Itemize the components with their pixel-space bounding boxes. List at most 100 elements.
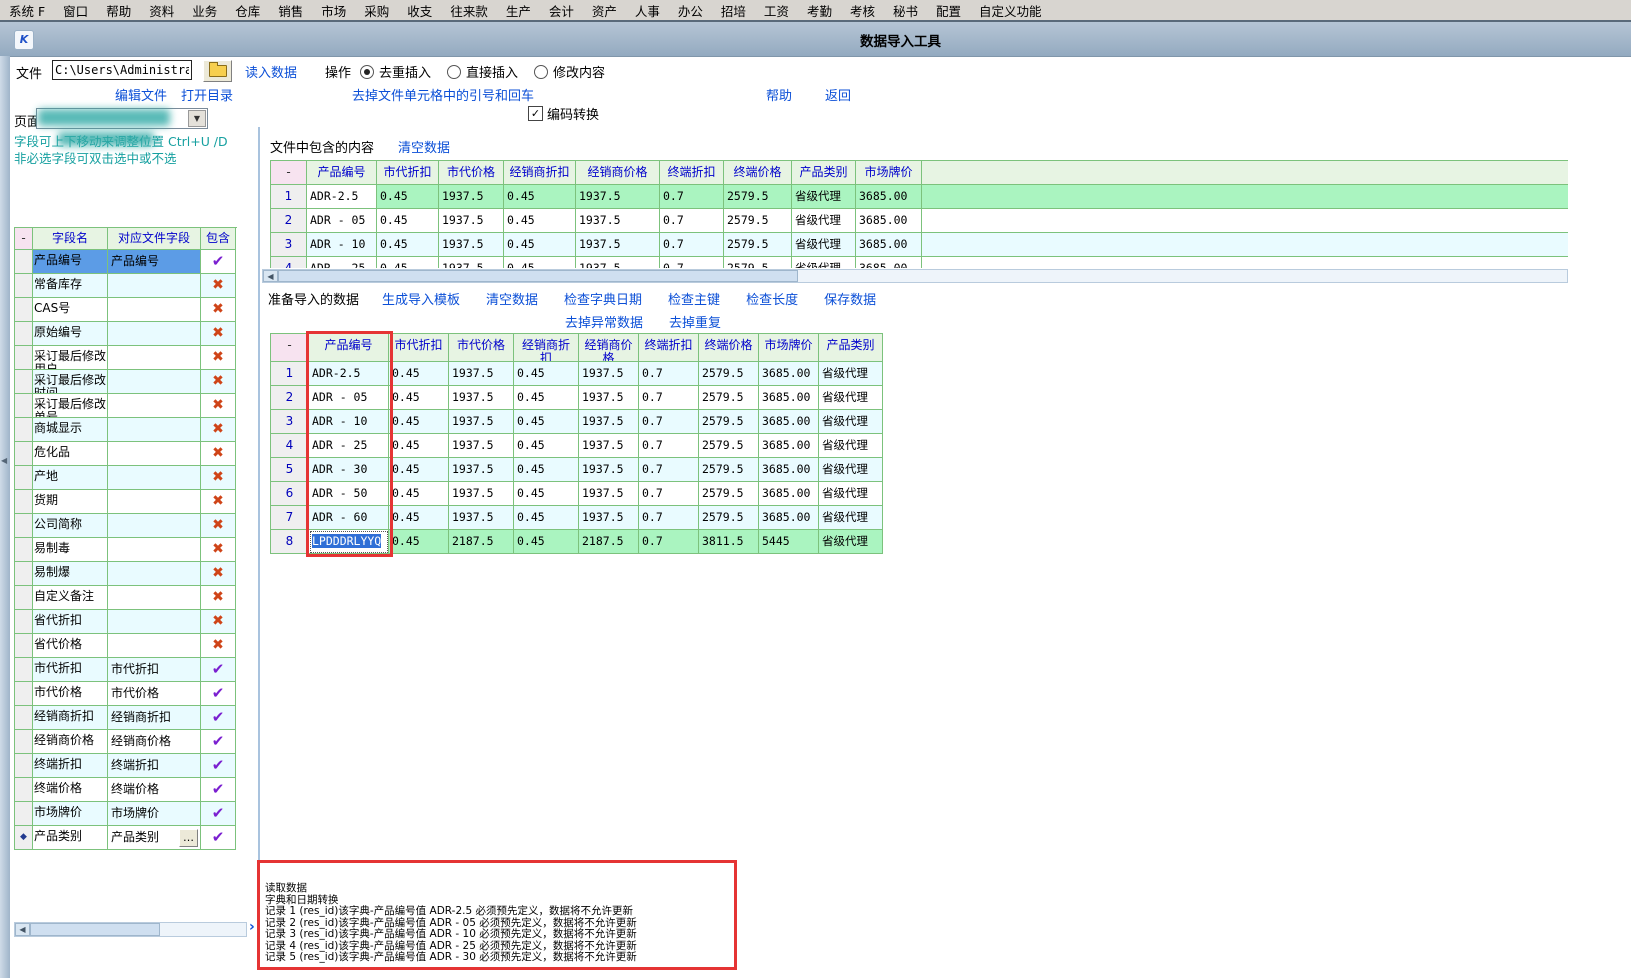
import-table-cell[interactable]: 0.7	[639, 434, 699, 458]
back-link[interactable]: 返回	[825, 85, 851, 104]
sidebar-mapped-cell[interactable]: 市代折扣	[108, 658, 201, 682]
sidebar-field-cell[interactable]: 市场牌价	[33, 802, 108, 826]
sidebar-row-indicator[interactable]	[15, 250, 33, 274]
file-table-cell[interactable]: 省级代理	[792, 257, 856, 268]
import-table-cell[interactable]: 0.7	[639, 386, 699, 410]
sidebar-field-cell[interactable]: 商城显示	[33, 418, 108, 442]
exclude-x-icon[interactable]: ✖	[201, 274, 236, 298]
menu-item[interactable]: 工资	[755, 1, 798, 20]
import-table-cell[interactable]: 省级代理	[819, 506, 883, 530]
import-action-link[interactable]: 检查长度	[746, 289, 798, 308]
import-table-cell[interactable]: 省级代理	[819, 362, 883, 386]
file-table-cell[interactable]: 3685.00	[856, 185, 922, 209]
sidebar-mapped-cell[interactable]: 市代价格	[108, 682, 201, 706]
menu-item[interactable]: 采购	[355, 1, 398, 20]
sidebar-mapped-cell[interactable]	[108, 490, 201, 514]
radio-icon[interactable]	[360, 65, 374, 79]
radio-icon[interactable]	[447, 65, 461, 79]
exclude-x-icon[interactable]: ✖	[201, 490, 236, 514]
exclude-x-icon[interactable]: ✖	[201, 562, 236, 586]
sidebar-row-indicator[interactable]	[15, 538, 33, 562]
sidebar-mapped-cell[interactable]	[108, 514, 201, 538]
import-table-cell[interactable]: 1937.5	[449, 362, 514, 386]
import-table-row[interactable]: 7ADR - 600.451937.50.451937.50.72579.536…	[271, 506, 883, 530]
sidebar-row-indicator[interactable]	[15, 586, 33, 610]
import-table-cell[interactable]: 省级代理	[819, 530, 883, 554]
browse-folder-button[interactable]	[203, 60, 232, 82]
file-table-cell[interactable]: 0.45	[504, 257, 576, 268]
exclude-x-icon[interactable]: ✖	[201, 322, 236, 346]
sidebar-row[interactable]: 市代折扣市代折扣✔	[15, 658, 237, 682]
import-table-row[interactable]: 6ADR - 500.451937.50.451937.50.72579.536…	[271, 482, 883, 506]
include-check-icon[interactable]: ✔	[201, 730, 236, 754]
import-table-cell[interactable]: 1937.5	[449, 386, 514, 410]
file-table-cell[interactable]: 1937.5	[439, 185, 504, 209]
import-table-cell[interactable]: 3685.00	[759, 410, 819, 434]
sidebar-mapped-cell[interactable]: 产品类别…	[108, 826, 201, 850]
import-table-cell[interactable]: 3685.00	[759, 506, 819, 530]
menu-item[interactable]: 人事	[626, 1, 669, 20]
import-table-cell[interactable]: 0.7	[639, 410, 699, 434]
import-table-cell[interactable]: 2579.5	[699, 482, 759, 506]
import-table-cell[interactable]: 2579.5	[699, 410, 759, 434]
collapse-arrow-icon[interactable]: ◀	[1, 456, 7, 465]
sidebar-field-cell[interactable]: 易制毒	[33, 538, 108, 562]
sidebar-row[interactable]: 货期✖	[15, 490, 237, 514]
import-table-cell[interactable]: 0.45	[514, 506, 579, 530]
sidebar-field-cell[interactable]: 采订最后修改时间	[33, 370, 108, 394]
file-table-cell[interactable]: 0.45	[377, 233, 439, 257]
sidebar-mapped-cell[interactable]	[108, 610, 201, 634]
sidebar-row[interactable]: 易制毒✖	[15, 538, 237, 562]
sidebar-row-indicator[interactable]	[15, 274, 33, 298]
import-table-cell[interactable]: 0.45	[389, 386, 449, 410]
menu-item[interactable]: 生产	[497, 1, 540, 20]
import-table-cell[interactable]: 0.45	[389, 434, 449, 458]
file-table-cell[interactable]: 0.7	[660, 185, 724, 209]
import-table-cell[interactable]: 1937.5	[449, 506, 514, 530]
menu-item[interactable]: 配置	[927, 1, 970, 20]
sidebar-row-indicator[interactable]	[15, 730, 33, 754]
import-table-cell[interactable]: ADR - 30	[309, 458, 389, 482]
import-table-cell[interactable]: 0.45	[514, 482, 579, 506]
sidebar-row-indicator[interactable]	[15, 490, 33, 514]
sidebar-field-cell[interactable]: 易制爆	[33, 562, 108, 586]
sidebar-row[interactable]: 易制爆 ✖	[15, 562, 237, 586]
import-table-cell[interactable]: ADR - 60	[309, 506, 389, 530]
sidebar-row[interactable]: 危化品✖	[15, 442, 237, 466]
import-table-cell[interactable]: 1937.5	[449, 434, 514, 458]
sidebar-row-indicator[interactable]	[15, 442, 33, 466]
import-table-cell[interactable]: 0.7	[639, 506, 699, 530]
file-table-cell[interactable]: 1937.5	[439, 209, 504, 233]
exclude-x-icon[interactable]: ✖	[201, 586, 236, 610]
sidebar-row-indicator[interactable]	[15, 394, 33, 418]
chevron-down-icon[interactable]: ▼	[188, 110, 206, 127]
import-table-cell[interactable]: 1937.5	[449, 482, 514, 506]
menu-item[interactable]: 业务	[183, 1, 226, 20]
file-table-cell[interactable]: 省级代理	[792, 233, 856, 257]
import-table-cell[interactable]: 2579.5	[699, 434, 759, 458]
import-table-cell[interactable]: 0.7	[639, 482, 699, 506]
file-table-cell[interactable]: 0.7	[660, 257, 724, 268]
import-table-cell[interactable]: 1937.5	[449, 410, 514, 434]
sidebar-mapped-cell[interactable]	[108, 562, 201, 586]
scroll-left-arrow[interactable]: ◀	[15, 923, 30, 936]
include-check-icon[interactable]: ✔	[201, 706, 236, 730]
import-table-cell[interactable]: ADR - 25	[309, 434, 389, 458]
file-table-row[interactable]: 4ADR - 250.451937.50.451937.50.72579.5省级…	[271, 257, 1568, 268]
file-table-cell[interactable]: 0.45	[504, 233, 576, 257]
sidebar-row[interactable]: 常备库存✖	[15, 274, 237, 298]
menu-item[interactable]: 招培	[712, 1, 755, 20]
import-table-row-number[interactable]: 3	[271, 410, 309, 434]
sidebar-mapped-cell[interactable]: 产品编号	[108, 250, 201, 274]
sidebar-row-indicator[interactable]	[15, 298, 33, 322]
import-table-cell[interactable]: 1937.5	[579, 410, 639, 434]
sidebar-field-cell[interactable]: 终端价格	[33, 778, 108, 802]
include-check-icon[interactable]: ✔	[201, 802, 236, 826]
import-table-cell[interactable]: 0.7	[639, 458, 699, 482]
import-table-cell[interactable]: LPDDDRLYYQ	[309, 530, 389, 554]
strip-quotes-link[interactable]: 去掉文件单元格中的引号和回车	[352, 85, 534, 104]
import-action-link[interactable]: 检查字典日期	[564, 289, 642, 308]
file-table-cell[interactable]: 0.45	[504, 185, 576, 209]
file-table-cell[interactable]: ADR-2.5	[307, 185, 377, 209]
sidebar-mapped-cell[interactable]	[108, 298, 201, 322]
